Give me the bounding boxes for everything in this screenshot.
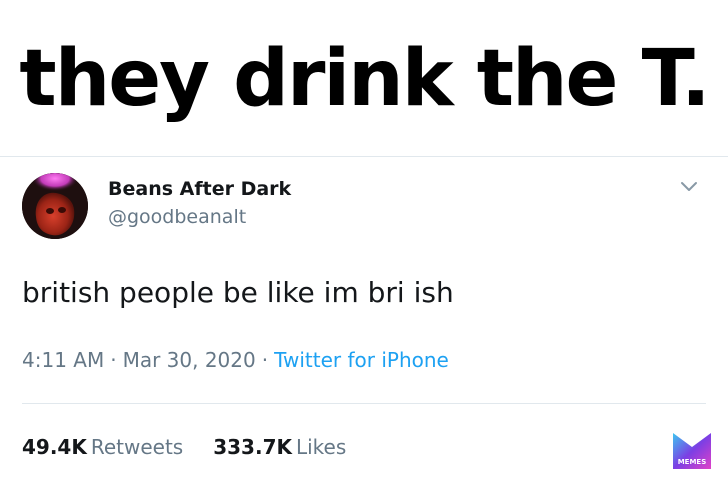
divider: [22, 403, 706, 404]
meme-caption: they drink the T.: [0, 0, 728, 156]
watermark-text: MEMES: [678, 458, 707, 466]
avatar-image: [22, 173, 88, 239]
likes-label: Likes: [295, 435, 347, 459]
separator: ·: [110, 348, 117, 372]
display-name[interactable]: Beans After Dark: [108, 177, 291, 201]
caption-text: they drink the T.: [19, 34, 710, 124]
tweet-date[interactable]: Mar 30, 2020: [123, 348, 256, 372]
retweets-label: Retweets: [90, 435, 184, 459]
user-handle[interactable]: @goodbeanalt: [108, 205, 291, 229]
chevron-down-icon[interactable]: [678, 177, 700, 195]
tweet-stats: 49.4K Retweets 333.7K Likes: [22, 434, 346, 460]
tweet-metadata: 4:11 AM · Mar 30, 2020 · Twitter for iPhone: [22, 347, 449, 373]
avatar[interactable]: [22, 173, 88, 239]
likes-stat[interactable]: 333.7K Likes: [213, 435, 346, 459]
retweets-stat[interactable]: 49.4K Retweets: [22, 435, 183, 459]
separator: ·: [261, 348, 269, 372]
tweet-text: british people be like im bri ish: [22, 276, 454, 309]
tweet-author[interactable]: Beans After Dark @goodbeanalt: [108, 177, 291, 229]
tweet-time[interactable]: 4:11 AM: [22, 348, 104, 372]
retweets-count: 49.4K: [22, 435, 87, 459]
tweet-card: Beans After Dark @goodbeanalt british pe…: [0, 157, 728, 485]
memes-watermark-logo: MEMES: [671, 431, 713, 471]
tweet-source-link[interactable]: Twitter for iPhone: [274, 348, 449, 372]
likes-count: 333.7K: [213, 435, 292, 459]
